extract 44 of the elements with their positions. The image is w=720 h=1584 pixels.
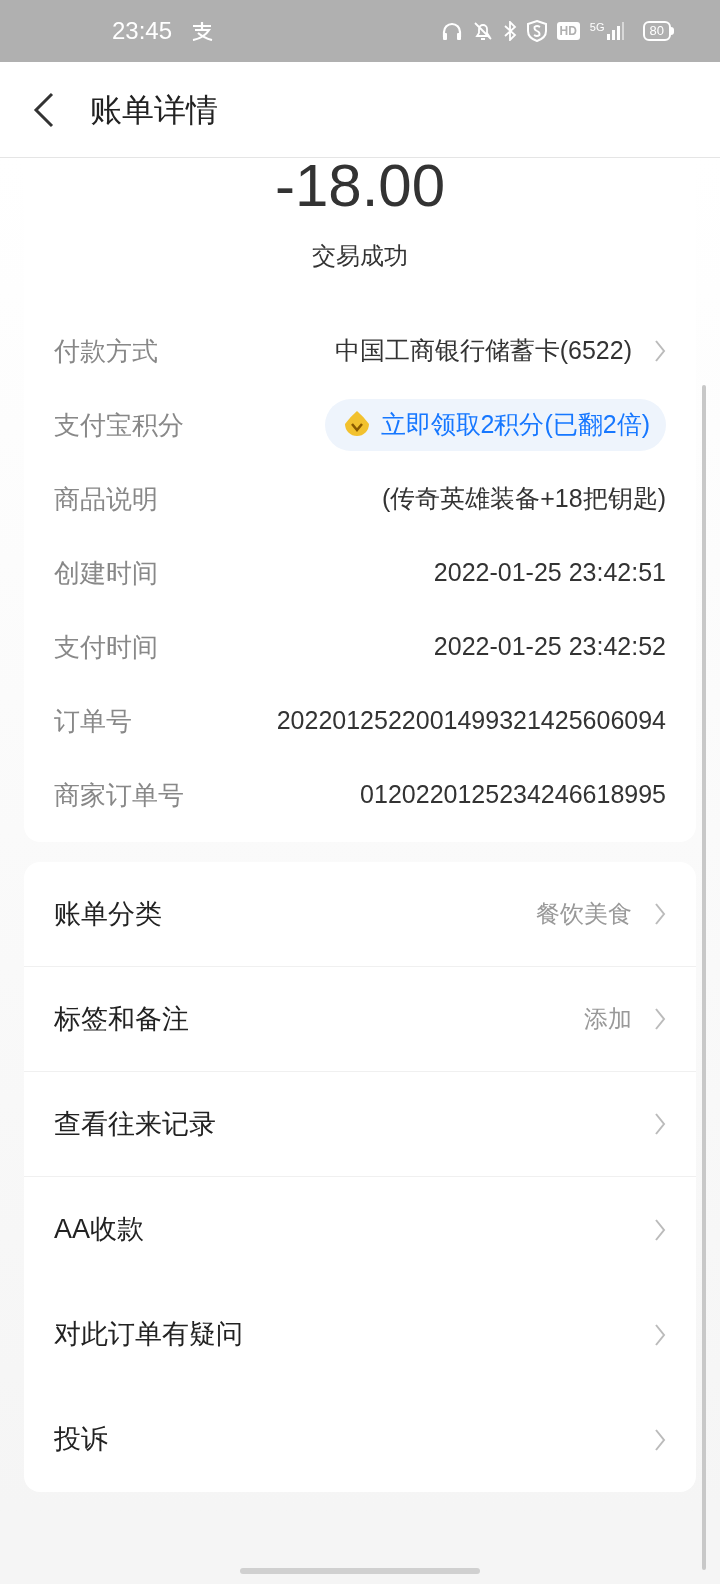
- menu-item[interactable]: 查看往来记录: [24, 1072, 696, 1177]
- battery-level: 80: [642, 21, 671, 41]
- detail-value: 2022-01-25 23:42:52: [433, 631, 666, 663]
- menu-item[interactable]: 标签和备注 添加: [24, 967, 696, 1072]
- network-type: 5G: [589, 22, 605, 33]
- amount: -18.00: [274, 154, 446, 218]
- back-icon[interactable]: [32, 91, 56, 128]
- menu-item[interactable]: 账单分类 餐饮美食: [24, 862, 696, 967]
- battery-tip: [671, 27, 674, 35]
- page-title: 账单详情: [90, 90, 218, 130]
- menu-item[interactable]: AA收款: [24, 1177, 696, 1282]
- chevron-icon: [654, 1007, 666, 1031]
- detail-label: 付款方式: [54, 334, 158, 368]
- status-time: 23:45: [112, 16, 173, 46]
- menu-value: 餐饮美食: [536, 899, 632, 929]
- detail-label: 商家订单号: [54, 778, 184, 812]
- payment-method[interactable]: 中国工商银行储蓄卡(6522): [334, 332, 632, 370]
- detail-value: 2022012522001499321425606094: [276, 705, 666, 737]
- shield-icon: [526, 20, 547, 42]
- signal-icon: [606, 22, 625, 40]
- detail-label: 支付宝积分: [54, 408, 184, 442]
- detail-label: 创建时间: [54, 556, 158, 590]
- bluetooth-icon: [502, 21, 517, 41]
- menu-item[interactable]: 投诉: [24, 1387, 696, 1492]
- detail-label: 商品说明: [54, 482, 158, 516]
- chevron-icon: [654, 1217, 666, 1242]
- transaction-status: 交易成功: [312, 241, 408, 271]
- mute-bell-icon: [472, 21, 493, 41]
- points-claim-button[interactable]: 立即领取2积分(已翻2倍): [324, 399, 666, 451]
- chevron-icon: [654, 339, 666, 363]
- app-logo-icon: [190, 21, 215, 41]
- detail-label: 支付时间: [54, 630, 158, 664]
- detail-value: 0120220125234246618995: [360, 779, 666, 811]
- detail-label: 订单号: [54, 704, 132, 738]
- hd-badge: HD: [556, 22, 580, 40]
- menu-value: 添加: [584, 1004, 632, 1034]
- detail-value: 2022-01-25 23:42:51: [433, 557, 666, 589]
- chevron-icon: [654, 1322, 666, 1347]
- chevron-icon: [654, 1112, 666, 1136]
- headphones-icon: [440, 21, 463, 41]
- detail-value: (传奇英雄装备+18把钥匙): [381, 483, 666, 515]
- chevron-icon: [654, 1427, 666, 1452]
- chevron-icon: [654, 902, 666, 926]
- menu-item[interactable]: 对此订单有疑问: [24, 1282, 696, 1387]
